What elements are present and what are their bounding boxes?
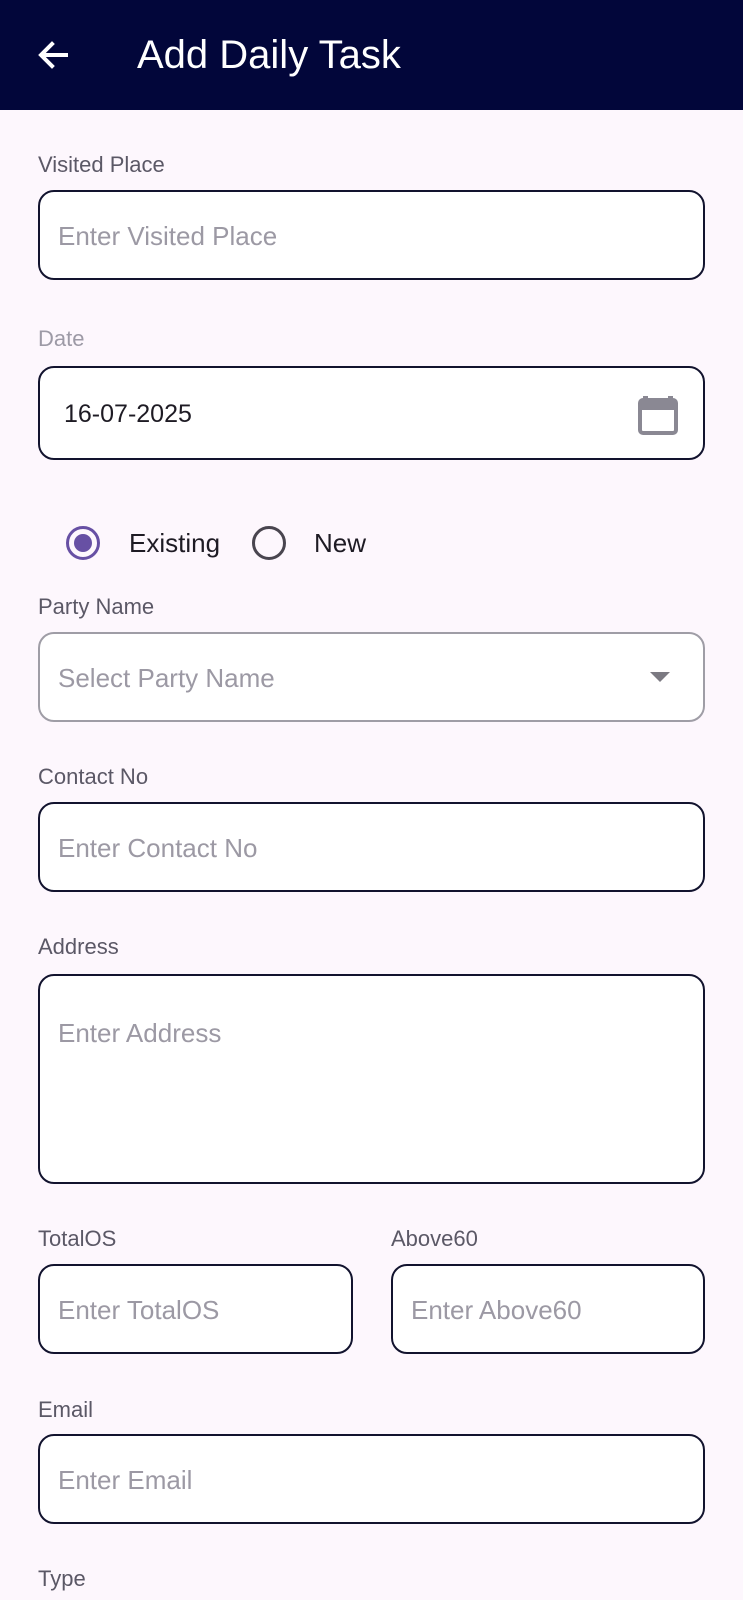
address-field[interactable] xyxy=(38,974,705,1184)
back-button[interactable] xyxy=(34,36,72,74)
app-bar: Add Daily Task xyxy=(0,0,743,110)
page-title: Add Daily Task xyxy=(137,33,401,77)
contact-no-label: Contact No xyxy=(38,764,149,789)
calendar-icon[interactable] xyxy=(637,391,679,435)
party-name-placeholder: Select Party Name xyxy=(58,663,275,693)
email-label: Email xyxy=(38,1397,94,1422)
date-value: 16-07-2025 xyxy=(64,400,192,428)
party-name-dropdown[interactable]: Select Party Name xyxy=(38,632,705,722)
email-field[interactable] xyxy=(38,1434,705,1524)
contact-no-input[interactable] xyxy=(58,832,685,864)
email-input[interactable] xyxy=(58,1464,685,1496)
above60-field[interactable] xyxy=(391,1264,705,1354)
visited-place-label: Visited Place xyxy=(38,152,165,177)
new-radio[interactable] xyxy=(252,526,286,560)
type-label: Type xyxy=(38,1566,86,1591)
date-field[interactable]: 16-07-2025 xyxy=(38,366,705,460)
address-input[interactable] xyxy=(58,1018,685,1162)
total-os-input[interactable] xyxy=(58,1294,333,1326)
date-label: Date xyxy=(38,326,85,351)
visited-place-input[interactable] xyxy=(58,220,685,252)
total-os-label: TotalOS xyxy=(38,1226,117,1251)
dropdown-arrow-icon xyxy=(650,672,670,682)
visited-place-field[interactable] xyxy=(38,190,705,280)
existing-radio[interactable] xyxy=(66,526,100,560)
total-os-field[interactable] xyxy=(38,1264,353,1354)
address-label: Address xyxy=(38,934,119,959)
above60-label: Above60 xyxy=(391,1226,478,1251)
above60-input[interactable] xyxy=(411,1294,685,1326)
contact-no-field[interactable] xyxy=(38,802,705,892)
existing-radio-label[interactable]: Existing xyxy=(129,528,220,558)
party-name-label: Party Name xyxy=(38,594,155,619)
arrow-left-icon xyxy=(38,41,68,69)
new-radio-label[interactable]: New xyxy=(314,528,366,558)
